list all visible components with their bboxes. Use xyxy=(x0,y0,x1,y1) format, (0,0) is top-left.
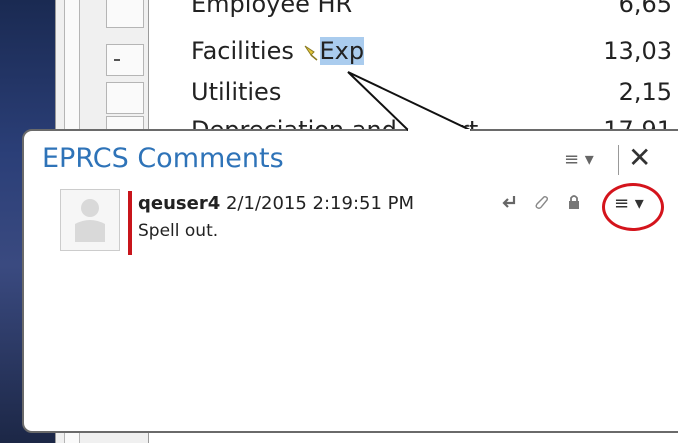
callout-pointer xyxy=(347,71,471,133)
